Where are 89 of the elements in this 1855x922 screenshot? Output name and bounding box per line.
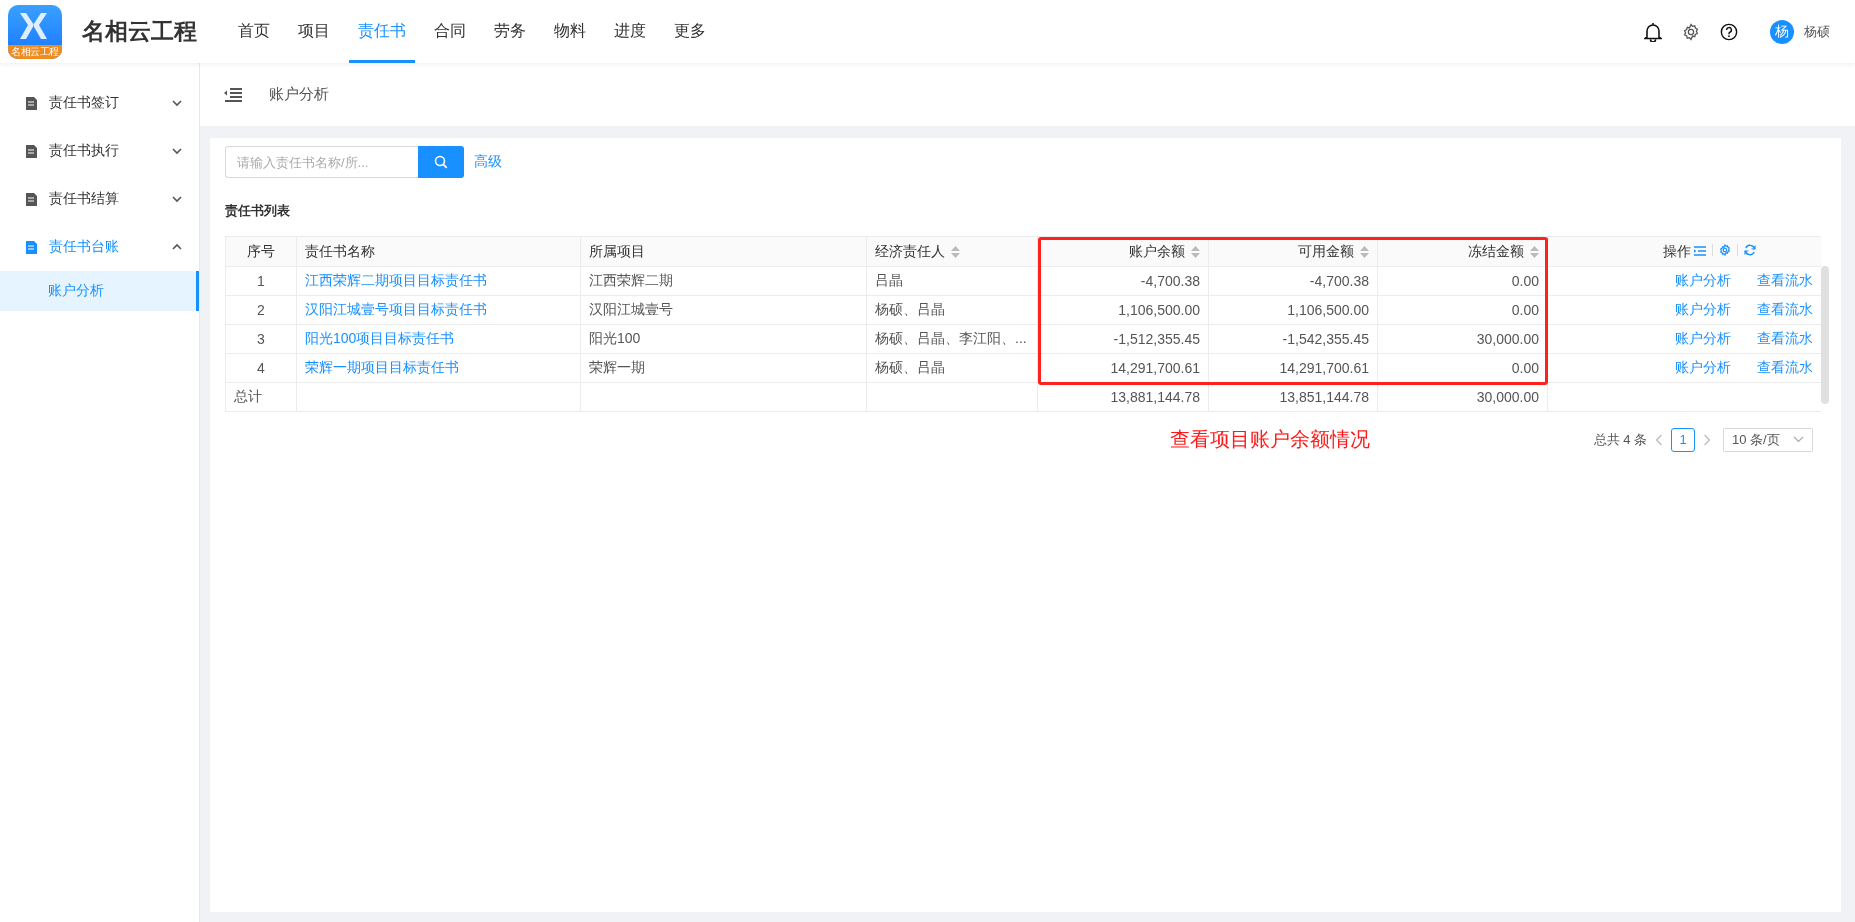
next-page-icon[interactable] [1703, 433, 1711, 446]
refresh-icon[interactable] [1743, 243, 1756, 256]
bell-icon[interactable] [1644, 21, 1662, 42]
action-link[interactable]: 查看流水 [1756, 359, 1813, 375]
table-cell: 江西荣辉二期 [580, 266, 867, 296]
table-cell: 2 [225, 295, 297, 325]
sort-icon[interactable] [1530, 245, 1539, 258]
help-icon[interactable] [1720, 22, 1738, 41]
table-cell: 杨硕、吕晶 [866, 295, 1038, 325]
scrollbar[interactable] [1820, 266, 1829, 404]
page-button[interactable]: 1 [1671, 427, 1695, 452]
sidebar-item[interactable]: 责任书结算 [0, 175, 199, 223]
table-cell: 4 [225, 353, 297, 383]
advanced-search-link[interactable]: 高级 [474, 153, 502, 171]
column-header: 经济责任人 [875, 242, 945, 261]
list-title: 责任书列表 [225, 202, 291, 220]
nav-tab[interactable]: 劳务 [485, 0, 535, 63]
name-link[interactable]: 阳光100项目目标责任书 [296, 324, 581, 354]
nav-tab[interactable]: 项目 [289, 0, 339, 63]
user-avatar[interactable]: 杨 [1770, 19, 1794, 44]
column-header: 账户余额 [1129, 242, 1185, 261]
logo-caption: 名相云工程 [8, 44, 62, 59]
user-name[interactable]: 杨硕 [1804, 22, 1830, 41]
chevron-icon [171, 194, 183, 204]
table-cell: -4,700.38 [1208, 266, 1378, 296]
total-cell: 13,881,144.78 [1037, 382, 1209, 412]
page-title: 账户分析 [269, 85, 329, 104]
table-cell: 1 [225, 266, 297, 296]
page-size-select[interactable]: 10 条/页 [1723, 427, 1813, 452]
chevron-icon [171, 98, 183, 108]
action-link[interactable]: 账户分析 [1674, 272, 1731, 288]
document-icon [25, 143, 38, 159]
action-link[interactable]: 账户分析 [1674, 301, 1731, 317]
document-icon [25, 95, 38, 111]
settings-icon[interactable] [1682, 22, 1700, 41]
total-cell: 30,000.00 [1377, 382, 1548, 412]
chevron-icon [171, 242, 183, 252]
search-button[interactable] [418, 146, 464, 178]
action-link[interactable]: 账户分析 [1674, 330, 1731, 346]
column-header: 冻结金额 [1468, 242, 1524, 261]
sort-icon[interactable] [1191, 245, 1200, 258]
table-cell: 荣辉一期 [580, 353, 867, 383]
document-icon [25, 239, 38, 255]
settings-icon[interactable] [1718, 243, 1731, 256]
nav-tab[interactable]: 首页 [229, 0, 279, 63]
table-cell: 1,106,500.00 [1208, 295, 1378, 325]
table-cell: 阳光100 [580, 324, 867, 354]
action-link[interactable]: 账户分析 [1674, 359, 1731, 375]
sidebar-item[interactable]: 责任书签订 [0, 79, 199, 127]
app-name: 名相云工程 [82, 17, 197, 46]
action-link[interactable]: 查看流水 [1756, 330, 1813, 346]
column-header: 操作 [1661, 242, 1691, 261]
table-cell: 吕晶 [866, 266, 1038, 296]
sidebar-item[interactable]: 责任书台账 [0, 223, 199, 271]
sidebar-item[interactable]: 责任书执行 [0, 127, 199, 175]
sort-icon[interactable] [1360, 245, 1369, 258]
nav-tab[interactable]: 合同 [425, 0, 475, 63]
table-cell: -1,542,355.45 [1208, 324, 1378, 354]
table-cell: 杨硕、吕晶 [866, 353, 1038, 383]
chevron-icon [171, 146, 183, 156]
previous-page-icon[interactable] [1655, 433, 1663, 446]
sort-icon[interactable] [951, 245, 960, 258]
total-cell: 13,851,144.78 [1208, 382, 1378, 412]
action-link[interactable]: 查看流水 [1756, 272, 1813, 288]
menu-icon[interactable] [224, 86, 242, 103]
nav-tab[interactable]: 进度 [605, 0, 655, 63]
sidebar-subitem[interactable]: 账户分析 [0, 271, 199, 311]
annotation-text: 查看项目账户余额情况 [1170, 427, 1370, 452]
column-settings-icon[interactable] [1693, 245, 1706, 256]
action-link[interactable]: 查看流水 [1756, 301, 1813, 317]
name-link[interactable]: 江西荣辉二期项目目标责任书 [296, 266, 581, 296]
table-cell: 汉阳江城壹号 [580, 295, 867, 325]
table-cell: 3 [225, 324, 297, 354]
chevron-icon [1793, 436, 1804, 443]
document-icon [25, 191, 38, 207]
total-count: 总共 4 条 [1593, 430, 1647, 449]
column-header: 可用金额 [1298, 242, 1354, 261]
nav-tab[interactable]: 更多 [665, 0, 715, 63]
total-label: 总计 [225, 382, 297, 412]
search-field[interactable]: 请输入责任书名称/所... [225, 146, 418, 178]
name-link[interactable]: 汉阳江城壹号项目目标责任书 [296, 295, 581, 325]
table-cell: 杨硕、吕晶、李江阳、... [866, 324, 1038, 354]
logo-mark-icon [18, 10, 49, 41]
column-header: 责任书名称 [296, 236, 581, 267]
name-link[interactable]: 荣辉一期项目目标责任书 [296, 353, 581, 383]
column-header: 序号 [225, 236, 297, 267]
column-header: 所属项目 [580, 236, 867, 267]
search-icon [434, 155, 448, 169]
nav-tab[interactable]: 物料 [545, 0, 595, 63]
